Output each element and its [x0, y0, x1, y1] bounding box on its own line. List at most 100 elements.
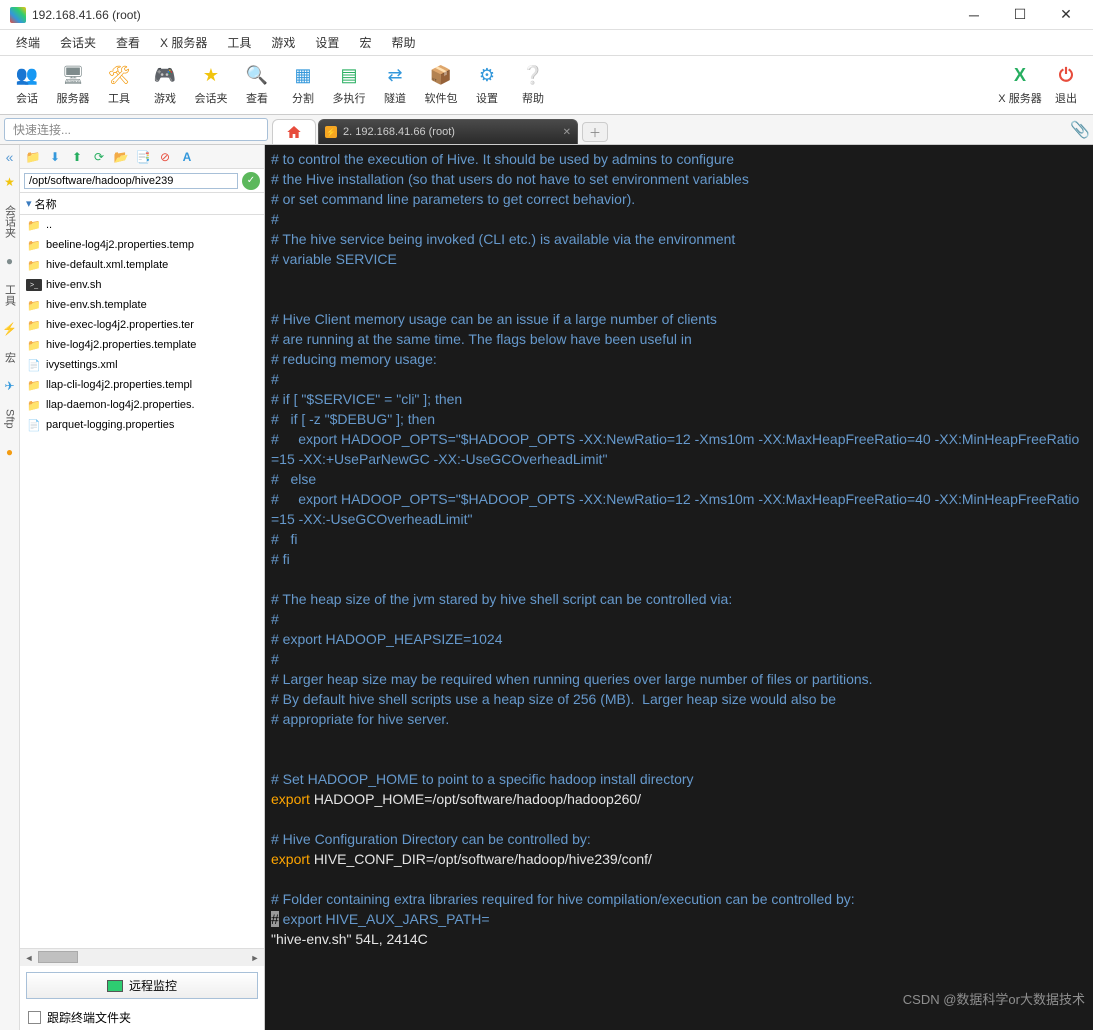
file-row[interactable]: 📁.. — [20, 215, 264, 235]
tool-分割[interactable]: ▦分割 — [280, 60, 326, 108]
new-folder-icon[interactable]: 📂 — [112, 148, 130, 166]
rail-star-icon[interactable]: ★ — [4, 175, 15, 189]
tool-查看[interactable]: 🔍查看 — [234, 60, 280, 108]
rail-lightning-icon: ⚡ — [2, 322, 17, 336]
file-name: parquet-logging.properties — [46, 419, 174, 431]
tool-设置[interactable]: ⚙设置 — [464, 60, 510, 108]
quick-tab-row: 快速连接... ⚡ 2. 192.168.41.66 (root) ✕ ＋ 📎 — [0, 115, 1093, 145]
rail-globe-icon[interactable]: ● — [6, 445, 13, 459]
rail-dot-icon: ● — [6, 254, 13, 268]
delete-icon[interactable]: ⊘ — [156, 148, 174, 166]
file-name: hive-log4j2.properties.template — [46, 339, 196, 351]
rail-collapse-icon[interactable]: « — [6, 149, 14, 165]
terminal-line: # or set command line parameters to get … — [271, 189, 1087, 209]
scroll-thumb[interactable] — [38, 951, 78, 963]
menu-3[interactable]: X 服务器 — [150, 31, 217, 54]
refresh-icon[interactable]: ⟳ — [90, 148, 108, 166]
folder-icon: 📁 — [26, 258, 42, 272]
track-terminal-row[interactable]: 跟踪终端文件夹 — [20, 1005, 264, 1030]
tool-label: 隧道 — [384, 90, 406, 106]
rail-label-tools[interactable]: 工具 — [2, 278, 18, 312]
terminal-tab[interactable]: ⚡ 2. 192.168.41.66 (root) ✕ — [318, 119, 578, 144]
tool-icon: 🖥 — [60, 62, 86, 88]
tool-icon: 👥 — [14, 62, 40, 88]
file-row[interactable]: 📄ivysettings.xml — [20, 355, 264, 375]
tool-退出[interactable]: ⏻退出 — [1043, 60, 1089, 108]
tool-会话夹[interactable]: ★会话夹 — [188, 60, 234, 108]
terminal-line: # Larger heap size may be required when … — [271, 669, 1087, 689]
file-icon: 📄 — [26, 418, 42, 432]
menu-2[interactable]: 查看 — [106, 31, 150, 54]
tool-icon: 🎮 — [152, 62, 178, 88]
tab-close-icon[interactable]: ✕ — [553, 127, 571, 138]
tool-帮助[interactable]: ❔帮助 — [510, 60, 556, 108]
tool-X 服务器[interactable]: XX 服务器 — [997, 60, 1043, 108]
menu-7[interactable]: 宏 — [349, 31, 381, 54]
file-row[interactable]: >_hive-env.sh — [20, 275, 264, 295]
file-row[interactable]: 📁hive-log4j2.properties.template — [20, 335, 264, 355]
menu-8[interactable]: 帮助 — [381, 31, 425, 54]
bookmark-icon[interactable]: 📑 — [134, 148, 152, 166]
file-row[interactable]: 📁hive-default.xml.template — [20, 255, 264, 275]
terminal-line: # — [271, 609, 1087, 629]
tool-服务器[interactable]: 🖥服务器 — [50, 60, 96, 108]
rail-label-macro[interactable]: 宏 — [2, 346, 18, 369]
sidebar-h-scrollbar[interactable]: ◄ ► — [20, 948, 264, 966]
file-row[interactable]: 📁hive-env.sh.template — [20, 295, 264, 315]
menu-4[interactable]: 工具 — [217, 31, 261, 54]
file-row[interactable]: 📄 parquet-logging.properties — [20, 415, 264, 435]
file-name: llap-cli-log4j2.properties.templ — [46, 379, 192, 391]
file-row[interactable]: 📁llap-cli-log4j2.properties.templ — [20, 375, 264, 395]
tool-会话[interactable]: 👥会话 — [4, 60, 50, 108]
attachment-icon[interactable]: 📎 — [1067, 115, 1093, 144]
remote-monitor-button[interactable]: 远程监控 — [26, 972, 258, 999]
terminal-tab-label: 2. 192.168.41.66 (root) — [343, 126, 455, 138]
menu-5[interactable]: 游戏 — [261, 31, 305, 54]
main-area: « ★ 会话夹 ● 工具 ⚡ 宏 ✈ Sftp ● 📁 ⬇ ⬆ ⟳ 📂 📑 ⊘ … — [0, 145, 1093, 1030]
folder-icon[interactable]: 📁 — [24, 148, 42, 166]
rail-label-sftp[interactable]: Sftp — [4, 403, 16, 435]
column-name: 名称 — [35, 196, 57, 212]
tool-软件包[interactable]: 📦软件包 — [418, 60, 464, 108]
left-rail: « ★ 会话夹 ● 工具 ⚡ 宏 ✈ Sftp ● — [0, 145, 20, 1030]
track-terminal-checkbox[interactable] — [28, 1011, 41, 1024]
file-list[interactable]: 📁..📁beeline-log4j2.properties.temp📁hive-… — [20, 215, 264, 948]
rail-label-sessions[interactable]: 会话夹 — [2, 199, 18, 244]
font-icon[interactable]: A — [178, 148, 196, 166]
menu-0[interactable]: 终端 — [6, 31, 50, 54]
tool-隧道[interactable]: ⇄隧道 — [372, 60, 418, 108]
tool-多执行[interactable]: ▤多执行 — [326, 60, 372, 108]
download-icon[interactable]: ⬇ — [46, 148, 64, 166]
terminal-line: # export HADOOP_OPTS="$HADOOP_OPTS -XX:N… — [271, 489, 1087, 529]
file-row[interactable]: 📁beeline-log4j2.properties.temp — [20, 235, 264, 255]
scroll-right-icon[interactable]: ► — [246, 949, 264, 966]
new-tab-button[interactable]: ＋ — [582, 122, 608, 142]
file-name: .. — [46, 219, 52, 231]
upload-icon[interactable]: ⬆ — [68, 148, 86, 166]
file-list-header[interactable]: ▾ 名称 — [20, 193, 264, 215]
terminal-line: # if [ "$SERVICE" = "cli" ]; then — [271, 389, 1087, 409]
file-name: llap-daemon-log4j2.properties. — [46, 399, 195, 411]
file-row[interactable]: 📁hive-exec-log4j2.properties.ter — [20, 315, 264, 335]
terminal-line: # fi — [271, 529, 1087, 549]
home-tab[interactable] — [272, 119, 316, 144]
close-button[interactable]: ✕ — [1043, 0, 1089, 30]
terminal-pane[interactable]: # to control the execution of Hive. It s… — [265, 145, 1093, 1030]
menu-6[interactable]: 设置 — [305, 31, 349, 54]
path-ok-icon: ✓ — [242, 172, 260, 190]
tool-label: X 服务器 — [998, 90, 1041, 106]
menu-1[interactable]: 会话夹 — [50, 31, 106, 54]
tool-工具[interactable]: 🛠工具 — [96, 60, 142, 108]
maximize-button[interactable]: ☐ — [997, 0, 1043, 30]
path-input[interactable]: /opt/software/hadoop/hive239 — [24, 173, 238, 189]
tool-icon: 🔍 — [244, 62, 270, 88]
app-icon — [10, 7, 26, 23]
scroll-left-icon[interactable]: ◄ — [20, 949, 38, 966]
tool-游戏[interactable]: 🎮游戏 — [142, 60, 188, 108]
sidebar-toolbar: 📁 ⬇ ⬆ ⟳ 📂 📑 ⊘ A — [20, 145, 264, 169]
quick-connect-input[interactable]: 快速连接... — [4, 118, 268, 141]
minimize-button[interactable]: ─ — [951, 0, 997, 30]
tool-label: 帮助 — [522, 90, 544, 106]
file-row[interactable]: 📁llap-daemon-log4j2.properties. — [20, 395, 264, 415]
terminal-line: "hive-env.sh" 54L, 2414C — [271, 929, 1087, 949]
